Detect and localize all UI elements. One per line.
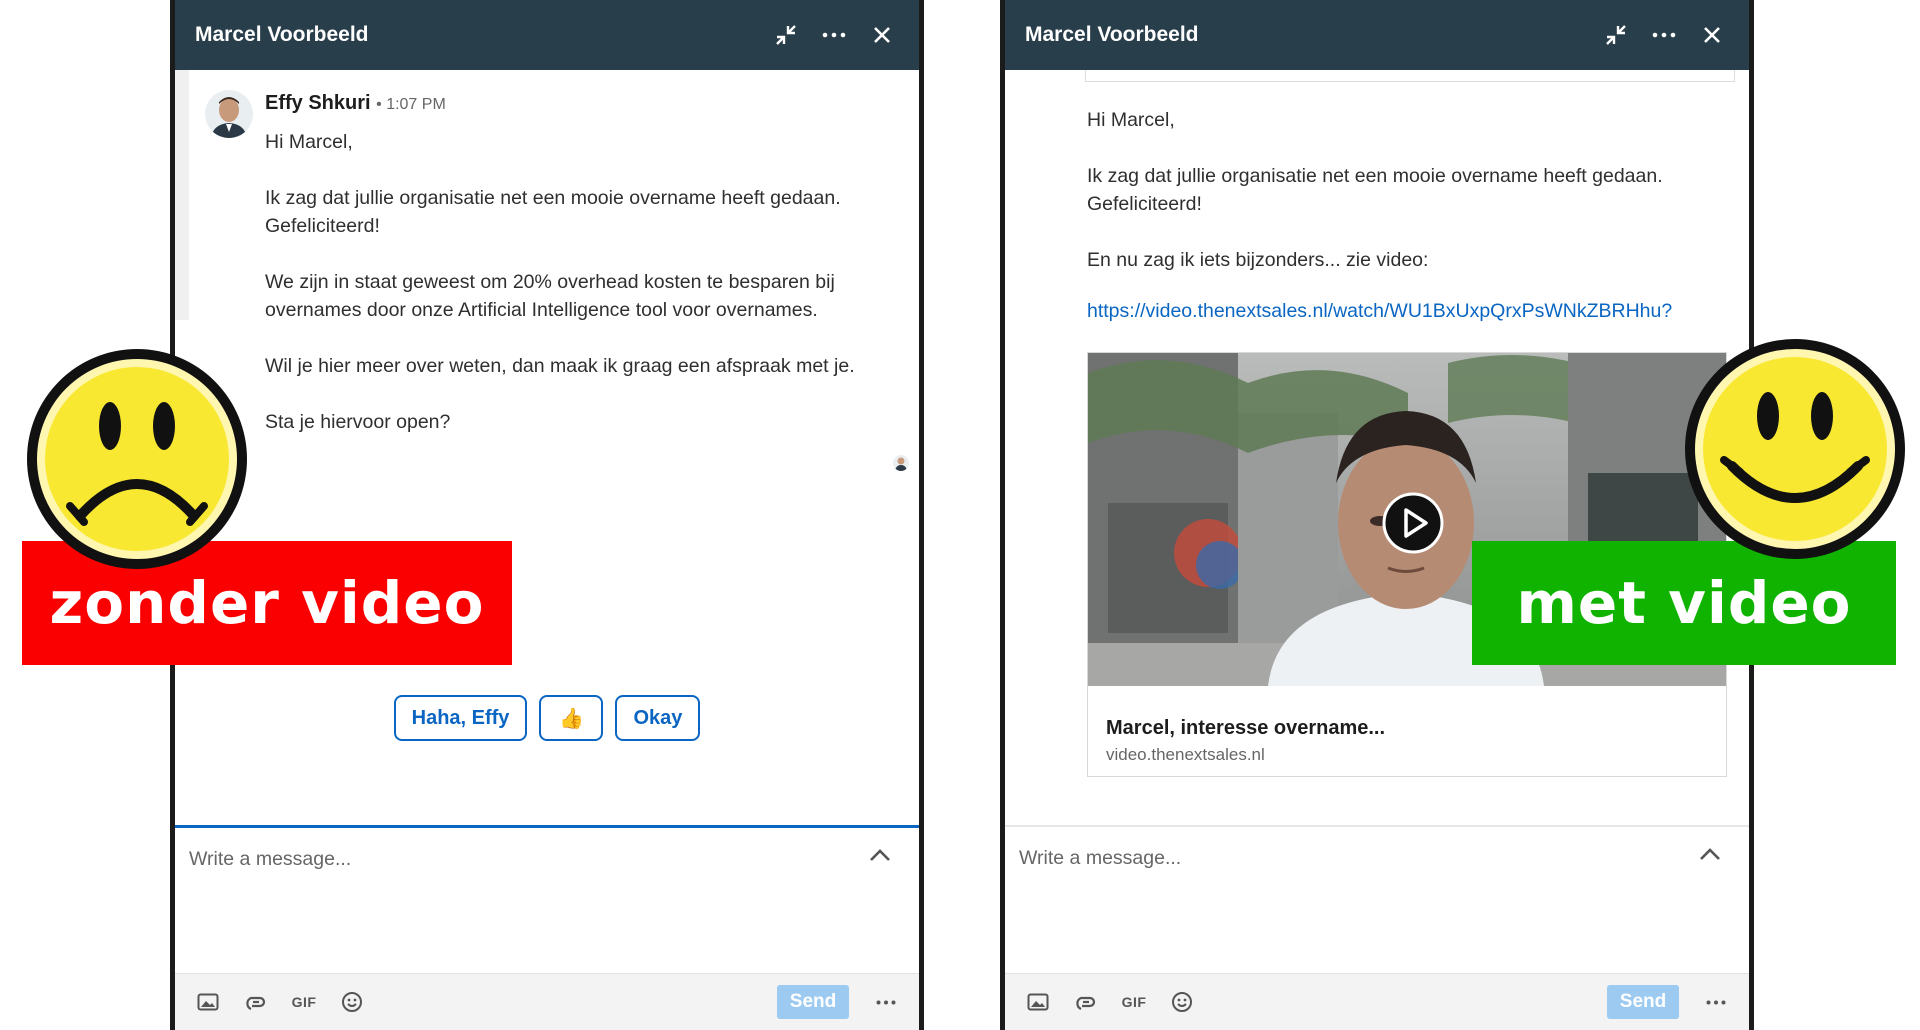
gif-icon[interactable]: GIF xyxy=(1119,987,1149,1017)
quick-reply-haha[interactable]: Haha, Effy xyxy=(393,695,528,741)
attachment-icon[interactable] xyxy=(241,987,271,1017)
message-input[interactable] xyxy=(1019,847,1619,870)
emoji-icon[interactable] xyxy=(1167,987,1197,1017)
seen-receipt-avatar xyxy=(893,455,909,471)
minimize-icon[interactable] xyxy=(1599,18,1633,52)
send-button[interactable]: Send xyxy=(1607,985,1679,1019)
quick-replies: Haha, Effy 👍 Okay xyxy=(175,695,919,741)
send-button[interactable]: Send xyxy=(777,985,849,1019)
message-paragraph: Ik zag dat jullie organisatie net een mo… xyxy=(1087,165,1663,215)
message-paragraph: We zijn in staat geweest om 20% overhead… xyxy=(265,271,835,321)
message-paragraph: Hi Marcel, xyxy=(1087,109,1175,131)
composer-toolbar: GIF Send xyxy=(175,973,919,1030)
close-icon[interactable] xyxy=(1695,18,1729,52)
chevron-up-icon[interactable] xyxy=(865,840,895,870)
more-icon[interactable] xyxy=(817,18,851,52)
comparison-stage: Marcel Voorbeeld Effy Shkuri • 1:07 PM H… xyxy=(0,0,1920,1030)
chat-window-right: Marcel Voorbeeld Hi Marcel, Ik zag dat j… xyxy=(1000,0,1754,1030)
sender-name[interactable]: Effy Shkuri xyxy=(265,92,371,114)
quick-reply-thumbs-up[interactable]: 👍 xyxy=(539,695,604,741)
video-link[interactable]: https://video.thenextsales.nl/watch/WU1B… xyxy=(1087,300,1672,323)
message-composer xyxy=(1005,825,1749,973)
attachment-icon[interactable] xyxy=(1071,987,1101,1017)
image-icon[interactable] xyxy=(193,987,223,1017)
message-paragraph: Ik zag dat jullie organisatie net een mo… xyxy=(265,187,841,237)
emoji-icon[interactable] xyxy=(337,987,367,1017)
image-icon[interactable] xyxy=(1023,987,1053,1017)
more-icon[interactable] xyxy=(1701,987,1731,1017)
sender-line: Effy Shkuri • 1:07 PM xyxy=(265,92,446,115)
message-body: Hi Marcel, Ik zag dat jullie organisatie… xyxy=(1087,106,1747,302)
message-thread: Hi Marcel, Ik zag dat jullie organisatie… xyxy=(1005,70,1749,825)
play-icon[interactable] xyxy=(1381,491,1445,555)
message-paragraph: Hi Marcel, xyxy=(265,131,353,153)
video-title[interactable]: Marcel, interesse overname... xyxy=(1106,717,1385,740)
message-body: Hi Marcel, Ik zag dat jullie organisatie… xyxy=(265,128,885,464)
gif-icon[interactable]: GIF xyxy=(289,987,319,1017)
chat-header-title[interactable]: Marcel Voorbeeld xyxy=(195,23,755,47)
minimize-icon[interactable] xyxy=(769,18,803,52)
previous-card-edge xyxy=(1085,70,1735,82)
thread-highlight-bar xyxy=(175,70,189,320)
message-input[interactable] xyxy=(189,848,789,871)
message-composer xyxy=(175,825,919,973)
chat-header[interactable]: Marcel Voorbeeld xyxy=(1005,0,1749,70)
message-timestamp: • 1:07 PM xyxy=(376,96,446,113)
chat-header[interactable]: Marcel Voorbeeld xyxy=(175,0,919,70)
sad-face-icon xyxy=(27,349,247,569)
avatar[interactable] xyxy=(205,90,253,138)
chevron-up-icon[interactable] xyxy=(1695,839,1725,869)
message-paragraph: Sta je hiervoor open? xyxy=(265,411,451,433)
close-icon[interactable] xyxy=(865,18,899,52)
composer-toolbar: GIF Send xyxy=(1005,973,1749,1030)
quick-reply-okay[interactable]: Okay xyxy=(615,695,701,741)
message-paragraph: En nu zag ik iets bijzonders... zie vide… xyxy=(1087,249,1429,271)
chat-window-left: Marcel Voorbeeld Effy Shkuri • 1:07 PM H… xyxy=(170,0,924,1030)
video-domain: video.thenextsales.nl xyxy=(1106,745,1265,764)
more-icon[interactable] xyxy=(1647,18,1681,52)
message-paragraph: Wil je hier meer over weten, dan maak ik… xyxy=(265,355,855,377)
chat-header-title[interactable]: Marcel Voorbeeld xyxy=(1025,23,1585,47)
more-icon[interactable] xyxy=(871,987,901,1017)
happy-face-icon xyxy=(1685,339,1905,559)
